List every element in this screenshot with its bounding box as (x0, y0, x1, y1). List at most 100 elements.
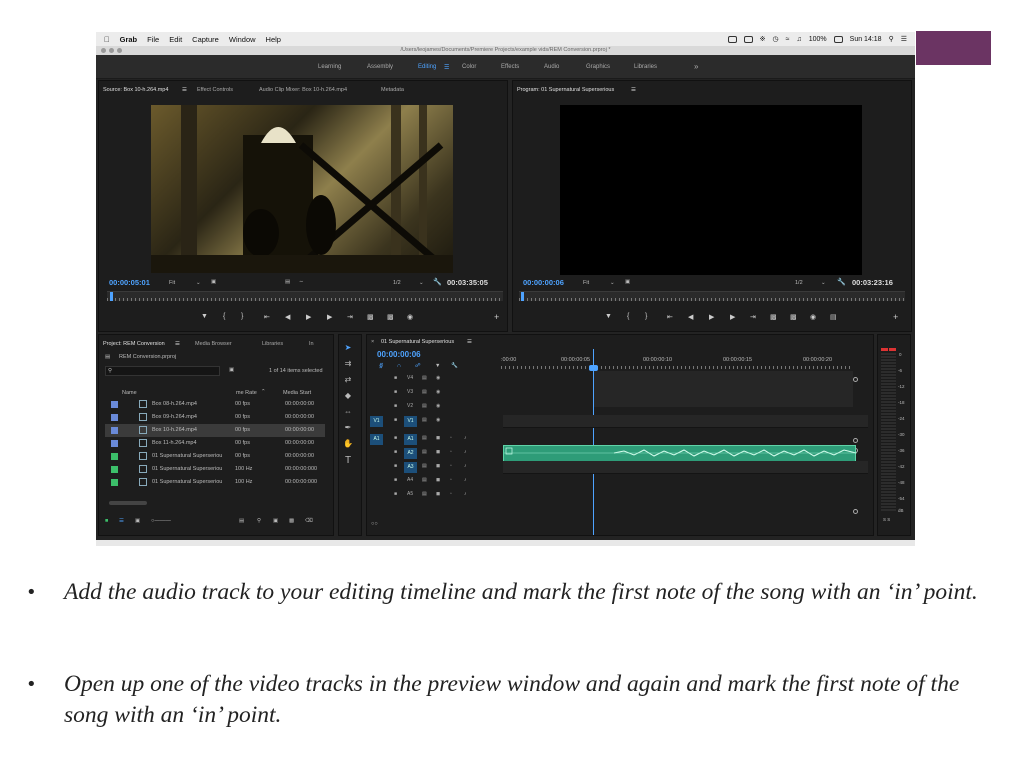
zoom-out-handle[interactable]: ○○ (371, 521, 378, 527)
track-target-a1[interactable]: A1 (404, 434, 417, 445)
program-go-to-in-icon[interactable]: ⇤ (667, 313, 673, 321)
ripple-edit-tool-icon[interactable]: ⇄ (341, 375, 355, 384)
tab-project[interactable]: Project: REM Conversion (103, 341, 165, 347)
tab-effect-controls[interactable]: Effect Controls (197, 87, 233, 93)
source-drag-audio-icon[interactable]: ∼ (299, 279, 304, 285)
program-export-frame-icon[interactable]: ◉ (810, 313, 816, 321)
apple-icon[interactable]:  (104, 35, 110, 44)
source-playhead[interactable] (110, 292, 113, 301)
track-header-a3[interactable]: ■ A3 ▤ ◼ ▫ ♪ (368, 461, 498, 474)
tab-in[interactable]: In (309, 341, 314, 347)
bluetooth-icon[interactable]: ※ (760, 35, 766, 43)
clear-icon[interactable]: ⌫ (305, 518, 313, 524)
program-mark-in-icon[interactable]: { (627, 313, 629, 320)
eye-icon[interactable]: ◉ (436, 375, 440, 381)
more-workspaces-icon[interactable]: » (694, 62, 698, 71)
track-header-a1[interactable]: A1 ■ A1 ▤ ◼ ▫ ♪ (368, 433, 498, 446)
source-insert-icon[interactable]: ▩ (367, 313, 374, 321)
clip-indicator-right[interactable] (889, 348, 896, 351)
lock-track-icon[interactable]: ■ (394, 417, 397, 423)
source-add-marker-icon[interactable]: ▼ (201, 313, 208, 320)
add-marker-icon[interactable]: ▼ (435, 363, 440, 369)
source-mark-out-icon[interactable]: } (241, 313, 243, 320)
workspace-color[interactable]: Color (462, 64, 476, 70)
workspace-audio[interactable]: Audio (544, 64, 559, 70)
sync-lock-icon[interactable]: ▤ (422, 435, 427, 441)
source-patch-v1[interactable]: V1 (370, 416, 383, 427)
lock-track-icon[interactable]: ■ (394, 375, 397, 381)
sort-arrow-icon[interactable]: ⌃ (261, 389, 266, 395)
volume-icon[interactable]: ♫ (797, 36, 802, 43)
program-resolution-select[interactable]: 1/2 (795, 280, 803, 286)
project-row[interactable]: Box 09-h.264.mp4 00 fps 00:00:00:00 (105, 411, 325, 424)
source-step-forward-icon[interactable]: ▶ (327, 313, 332, 321)
type-tool-icon[interactable]: T (341, 455, 355, 466)
program-go-to-out-icon[interactable]: ⇥ (750, 313, 756, 321)
lock-track-icon[interactable]: ■ (394, 477, 397, 483)
timeline-playhead[interactable] (593, 349, 594, 535)
close-window-button[interactable] (101, 48, 106, 53)
sync-lock-icon[interactable]: ▤ (422, 389, 427, 395)
source-mark-in-icon[interactable]: { (223, 313, 225, 320)
source-play-icon[interactable]: ▶ (306, 313, 311, 321)
new-item-icon[interactable]: ▩ (289, 518, 294, 524)
menu-clock[interactable]: Sun 14:18 (850, 36, 882, 43)
program-mark-out-icon[interactable]: } (645, 313, 647, 320)
timeline-menu-icon[interactable]: ☰ (467, 339, 472, 345)
source-overwrite-icon[interactable]: ▩ (387, 313, 394, 321)
clip-indicator-left[interactable] (881, 348, 888, 351)
wifi-icon[interactable]: ≈ (786, 36, 790, 43)
sync-lock-icon[interactable]: ▤ (422, 477, 427, 483)
timeline-timecode[interactable]: 00:00:00:06 (377, 350, 421, 359)
workspace-effects[interactable]: Effects (501, 64, 519, 70)
sync-lock-icon[interactable]: ▤ (422, 403, 427, 409)
tab-sequence[interactable]: 01 Supernatural Superserious (381, 339, 454, 345)
new-bin-footer-icon[interactable]: ▣ (273, 518, 278, 524)
zoom-window-button[interactable] (117, 48, 122, 53)
source-panel-menu-icon[interactable]: ☰ (182, 87, 187, 93)
notification-center-icon[interactable]: ☰ (901, 35, 907, 43)
track-header-v4[interactable]: ■ V4 ▤ ◉ (368, 373, 498, 386)
source-scrub-bar[interactable] (107, 291, 503, 301)
column-frame-rate[interactable]: me Rate (236, 390, 257, 396)
voice-over-mic-icon[interactable]: ♪ (464, 435, 467, 441)
find-icon[interactable]: ⚲ (257, 518, 261, 524)
source-go-to-out-icon[interactable]: ⇥ (347, 313, 353, 321)
playhead-handle[interactable] (589, 365, 598, 371)
workspace-menu-icon[interactable]: ☰ (444, 64, 449, 71)
snap-icon[interactable]: ∩ (397, 363, 401, 369)
program-wrench-icon[interactable]: 🔧 (837, 278, 846, 286)
lock-track-icon[interactable]: ■ (394, 435, 397, 441)
track-header-a4[interactable]: ■ A4 ▤ ◼ ▫ ♪ (368, 475, 498, 488)
project-row[interactable]: Box 11-h.264.mp4 00 fps 00:00:00:00 (105, 437, 325, 450)
source-fit-select[interactable]: Fit (169, 280, 175, 286)
source-wrench-icon[interactable]: 🔧 (433, 278, 442, 286)
mute-icon[interactable]: ◼ (436, 449, 440, 455)
menu-help[interactable]: Help (266, 35, 281, 44)
project-row[interactable]: Box 08-h.264.mp4 00 fps 00:00:00:00 (105, 398, 325, 411)
source-resolution-select[interactable]: 1/2 (393, 280, 401, 286)
timeline-settings-icon[interactable]: 🔧 (451, 363, 458, 369)
workspace-editing[interactable]: Editing (418, 64, 436, 70)
solo-icon[interactable]: ▫ (450, 477, 452, 483)
sync-lock-icon[interactable]: ▤ (422, 417, 427, 423)
program-scrub-bar[interactable] (519, 291, 905, 301)
program-step-back-icon[interactable]: ◀ (688, 313, 693, 321)
mute-icon[interactable]: ◼ (436, 435, 440, 441)
program-settings-icon[interactable]: ▣ (625, 279, 630, 285)
menu-app[interactable]: Grab (120, 35, 138, 44)
audio-clip-a1[interactable] (503, 445, 857, 462)
program-res-chevron-icon[interactable]: ⌄ (821, 280, 826, 286)
lock-icon[interactable]: ■ (105, 518, 108, 524)
program-fit-chevron-icon[interactable]: ⌄ (610, 280, 615, 286)
source-timecode[interactable]: 00:00:05:01 (109, 278, 150, 287)
mute-icon[interactable]: ◼ (436, 491, 440, 497)
nest-icon[interactable]: ∯ (379, 363, 383, 369)
workspace-assembly[interactable]: Assembly (367, 64, 393, 70)
track-header-v2[interactable]: ■ V2 ▤ ◉ (368, 401, 498, 414)
voice-over-mic-icon[interactable]: ♪ (464, 463, 467, 469)
tab-libraries[interactable]: Libraries (262, 341, 283, 347)
pen-tool-icon[interactable]: ✒ (341, 423, 355, 432)
track-target-a3[interactable]: A3 (404, 462, 417, 473)
track-target-a2[interactable]: A2 (404, 448, 417, 459)
